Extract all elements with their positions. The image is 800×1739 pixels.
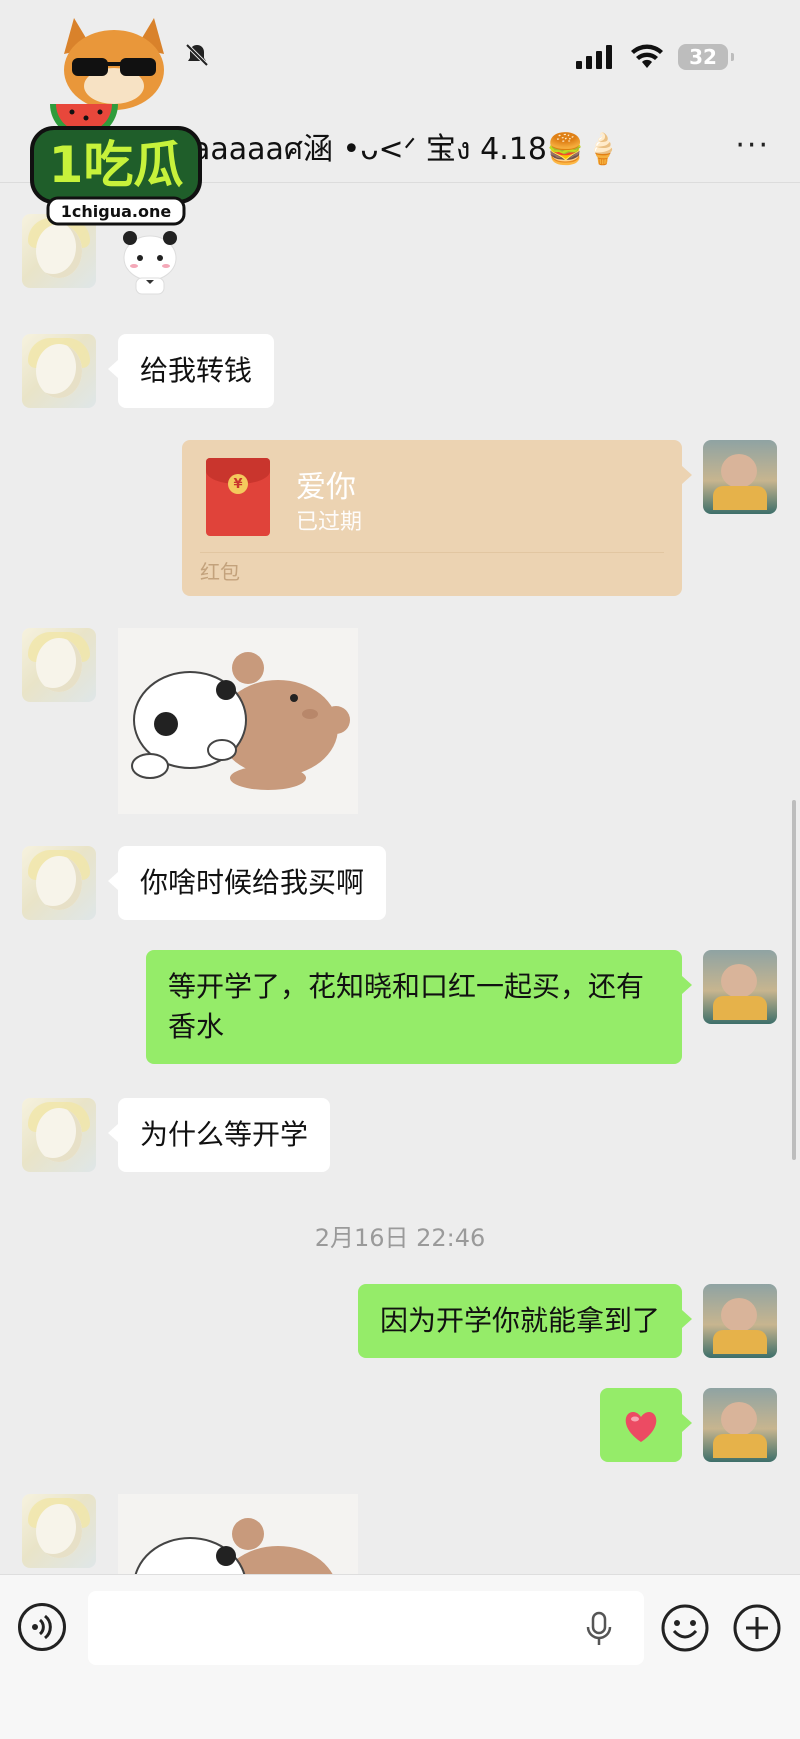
scrollbar[interactable] — [792, 800, 796, 1160]
message-bubble-incoming[interactable]: 给我转钱 — [107, 334, 275, 408]
message-timestamp: 2月16日 22:46 — [314, 1224, 486, 1252]
contact-avatar[interactable] — [22, 628, 96, 702]
my-avatar[interactable] — [703, 950, 777, 1024]
voice-input-button[interactable] — [18, 1603, 66, 1651]
red-packet-divider — [200, 552, 664, 553]
watermark-logo: 1吃瓜 1chigua.one — [30, 18, 202, 226]
message-bubble-incoming[interactable]: 你啥时候给我买啊 — [107, 846, 387, 920]
message-bubble-outgoing[interactable]: 等开学了，花知晓和口红一起买，还有香水 — [146, 950, 692, 1064]
red-packet-icon: ¥ — [206, 458, 270, 536]
microphone-icon[interactable] — [584, 1611, 614, 1647]
voice-icon — [32, 1614, 52, 1640]
wifi-icon — [631, 44, 663, 68]
logo-site-text: 1chigua.one — [61, 202, 172, 221]
message-bubble-outgoing[interactable]: 因为开学你就能拿到了 — [357, 1284, 693, 1358]
panda-bear-hug-sticker — [134, 1518, 333, 1574]
panda-bear-hug-sticker — [131, 652, 350, 790]
chat-title[interactable]: aaaaaศ涵 •ᴗ<ᐟ 宝ง 4.18🍔🍦 — [192, 124, 622, 173]
battery-indicator: 32 — [678, 44, 734, 70]
contact-avatar[interactable] — [22, 1494, 96, 1568]
contact-avatar[interactable] — [22, 1098, 96, 1172]
logo-brand-text: 1吃瓜 — [49, 136, 184, 194]
message-bubble-incoming[interactable]: 为什么等开学 — [107, 1098, 331, 1172]
my-avatar[interactable] — [703, 440, 777, 514]
message-input[interactable] — [88, 1591, 644, 1665]
red-packet-status: 已过期 — [296, 510, 363, 535]
plus-button-icon[interactable] — [732, 1603, 782, 1653]
my-avatar[interactable] — [703, 1284, 777, 1358]
my-avatar[interactable] — [703, 1388, 777, 1462]
red-packet-title: 爱你 — [296, 470, 356, 505]
heart-icon — [625, 1412, 657, 1442]
more-options-button[interactable]: ··· — [735, 128, 770, 163]
contact-avatar[interactable] — [22, 334, 96, 408]
emoji-message[interactable] — [600, 1388, 692, 1462]
contact-avatar[interactable] — [22, 846, 96, 920]
sticker-message[interactable] — [118, 628, 358, 814]
red-packet-message[interactable]: ¥ 爱你 已过期 红包 — [182, 440, 692, 596]
signal-icon — [576, 45, 612, 69]
sticker-message[interactable] — [118, 1494, 358, 1574]
input-bar — [0, 1574, 800, 1739]
red-packet-label: 红包 — [200, 560, 240, 584]
emoji-button-icon[interactable] — [660, 1603, 710, 1653]
panda-sticker[interactable] — [118, 224, 182, 296]
